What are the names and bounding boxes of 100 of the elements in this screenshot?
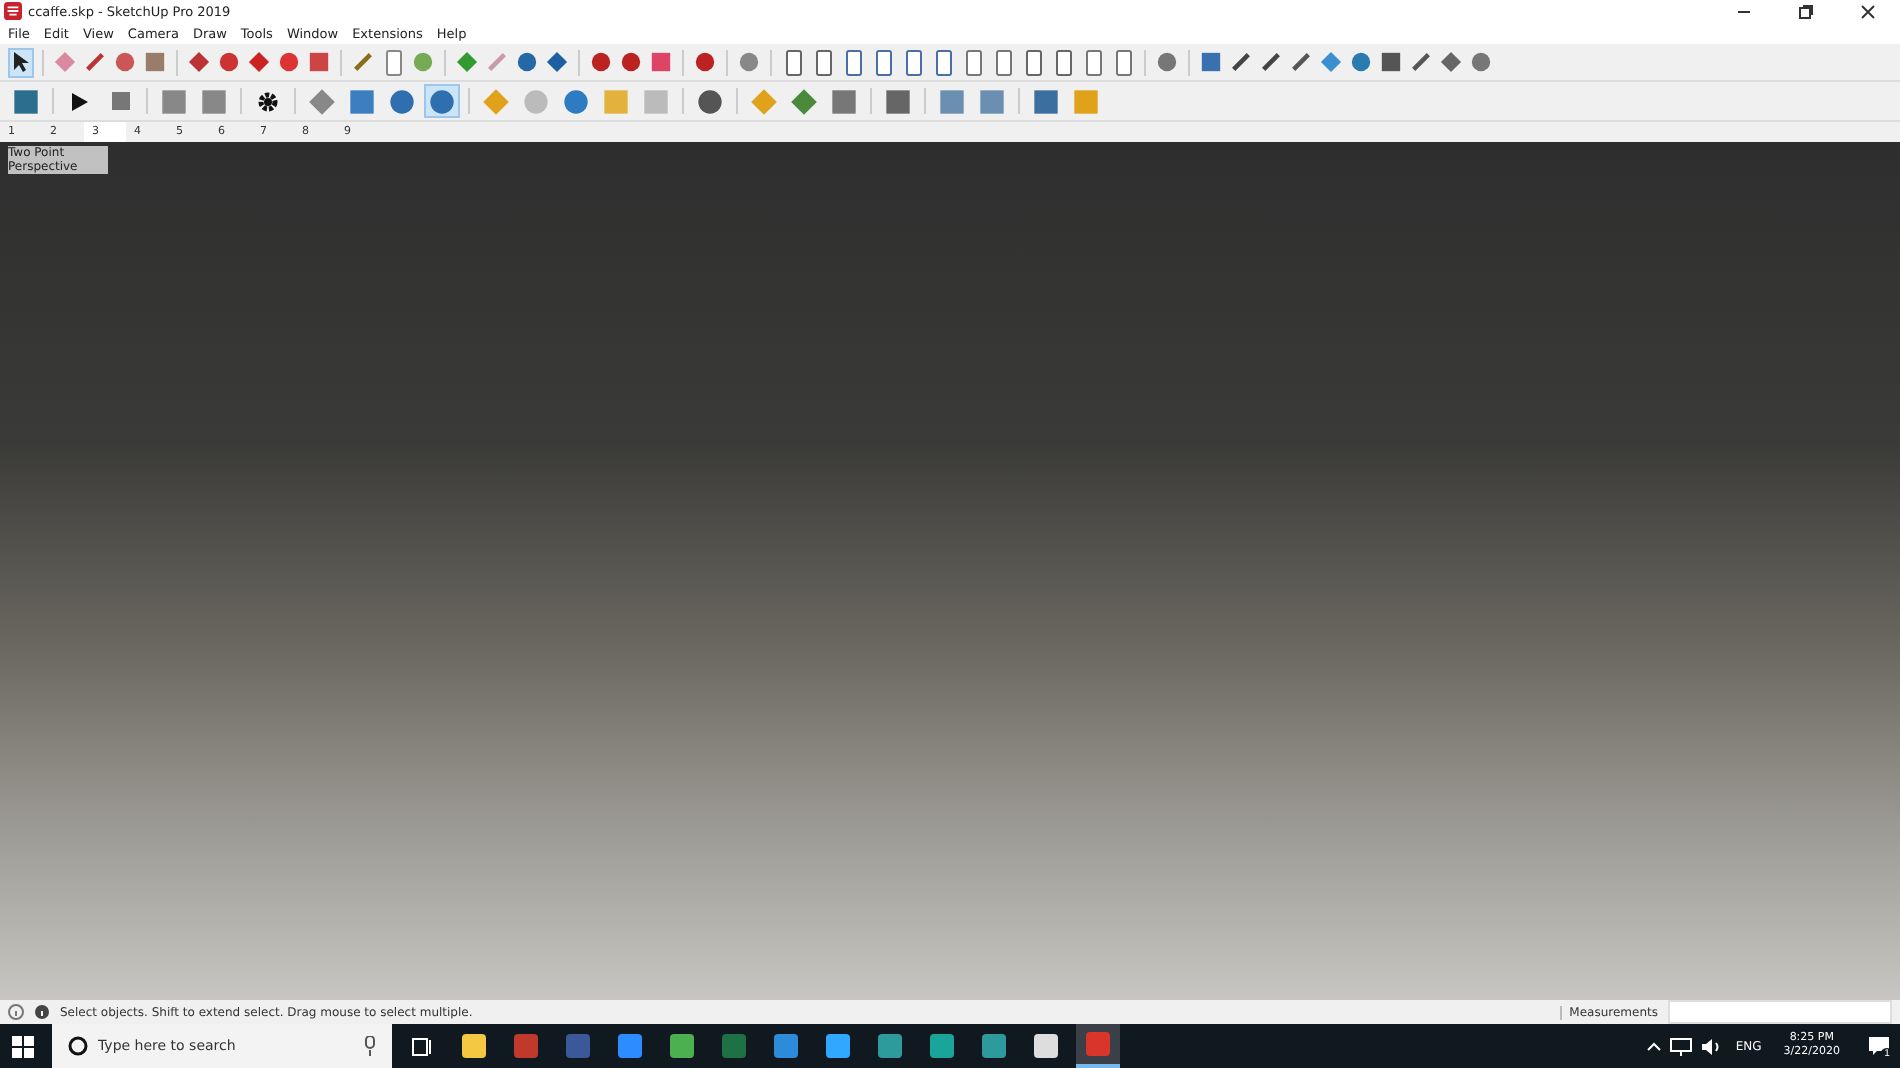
- caret-up-icon: [1645, 1040, 1662, 1052]
- square-icon: [200, 87, 228, 115]
- task-view-icon: [411, 1037, 433, 1055]
- app-tile-icon: [514, 1034, 538, 1058]
- circle-icon: [620, 50, 642, 74]
- diamond-icon: [1440, 50, 1462, 74]
- circle-icon: [522, 87, 550, 115]
- network-icon: [1669, 1037, 1692, 1055]
- square-icon: [144, 50, 166, 74]
- diamond-icon: [546, 50, 568, 74]
- circle-icon: [1470, 50, 1492, 74]
- square-icon: [1200, 50, 1222, 74]
- page-icon: [905, 49, 921, 75]
- slash-icon: [84, 50, 106, 74]
- toolbar-button[interactable]: [1258, 47, 1284, 77]
- gear-icon: [256, 89, 280, 113]
- circle-icon: [278, 50, 300, 74]
- square-icon: [12, 87, 40, 115]
- circle-icon: [562, 87, 590, 115]
- page-icon: [1055, 49, 1071, 75]
- square-icon: [160, 87, 188, 115]
- diamond-icon: [308, 87, 336, 115]
- circle-icon: [412, 50, 434, 74]
- circle-icon: [590, 50, 612, 74]
- square-icon: [938, 87, 966, 115]
- square-icon: [830, 87, 858, 115]
- diamond-icon: [750, 87, 778, 115]
- circle-icon: [694, 50, 716, 74]
- square-icon: [1032, 87, 1060, 115]
- stop-icon: [111, 92, 129, 110]
- diamond-icon: [1320, 50, 1342, 74]
- page-icon: [385, 49, 401, 75]
- page-icon: [875, 49, 891, 75]
- circle-icon: [428, 87, 456, 115]
- diamond-icon: [54, 50, 76, 74]
- app-tile-icon: [618, 1034, 642, 1058]
- page-icon: [785, 49, 801, 75]
- square-icon: [978, 87, 1006, 115]
- toolbar-button[interactable]: [1408, 47, 1434, 77]
- square-icon: [884, 87, 912, 115]
- diamond-icon: [248, 50, 270, 74]
- app-tile-icon: [930, 1034, 954, 1058]
- info-icon: [34, 1004, 50, 1020]
- page-icon: [965, 49, 981, 75]
- square-icon: [642, 87, 670, 115]
- diamond-icon: [188, 50, 210, 74]
- app-tile-icon: [1034, 1034, 1058, 1058]
- page-icon: [1025, 49, 1041, 75]
- microphone-icon: [364, 1036, 376, 1056]
- windows-logo-icon: [11, 1035, 33, 1057]
- circle-icon: [114, 50, 136, 74]
- circle-icon: [696, 87, 724, 115]
- slash-icon: [352, 50, 374, 74]
- arrow-cursor-icon: [11, 50, 31, 74]
- diamond-icon: [482, 87, 510, 115]
- slash-icon: [486, 50, 508, 74]
- circle-icon: [516, 50, 538, 74]
- app-tile-icon: [462, 1034, 486, 1058]
- search-icon: [68, 1036, 88, 1056]
- page-icon: [1115, 49, 1131, 75]
- speaker-icon: [1699, 1037, 1722, 1055]
- square-icon: [1072, 87, 1100, 115]
- app-tile-icon: [566, 1034, 590, 1058]
- page-icon: [935, 49, 951, 75]
- restore-icon: [1798, 3, 1814, 19]
- square-icon: [650, 50, 672, 74]
- slash-icon: [1260, 50, 1282, 74]
- diamond-icon: [456, 50, 478, 74]
- measurements-field[interactable]: [1668, 1000, 1892, 1024]
- square-icon: [308, 50, 330, 74]
- page-icon: [815, 49, 831, 75]
- speech-bubble-icon: [1867, 1036, 1889, 1056]
- square-icon: [348, 87, 376, 115]
- square-icon: [602, 87, 630, 115]
- play-icon: [70, 91, 90, 111]
- slash-icon: [1290, 50, 1312, 74]
- slash-icon: [1410, 50, 1432, 74]
- page-icon: [1085, 49, 1101, 75]
- circle-icon: [388, 87, 416, 115]
- toolbar-button[interactable]: [8, 47, 34, 77]
- slash-icon: [1230, 50, 1252, 74]
- app-tile-icon: [1086, 1032, 1110, 1056]
- app-tile-icon: [774, 1034, 798, 1058]
- close-icon: [1860, 3, 1876, 19]
- toolbar-button[interactable]: [1228, 47, 1254, 77]
- app-tile-icon: [878, 1034, 902, 1058]
- toolbar-button[interactable]: [1378, 47, 1404, 77]
- circle-icon: [1156, 50, 1178, 74]
- app-tile-icon: [982, 1034, 1006, 1058]
- circle-icon: [218, 50, 240, 74]
- app-tile-icon: [670, 1034, 694, 1058]
- toolbar-button[interactable]: [1288, 47, 1314, 77]
- diamond-icon: [790, 87, 818, 115]
- circle-icon: [1350, 50, 1372, 74]
- app-tile-icon: [826, 1034, 850, 1058]
- page-icon: [845, 49, 861, 75]
- toolbar-button[interactable]: [692, 84, 728, 118]
- page-icon: [995, 49, 1011, 75]
- app-tile-icon: [722, 1034, 746, 1058]
- info-icon: [8, 1004, 24, 1020]
